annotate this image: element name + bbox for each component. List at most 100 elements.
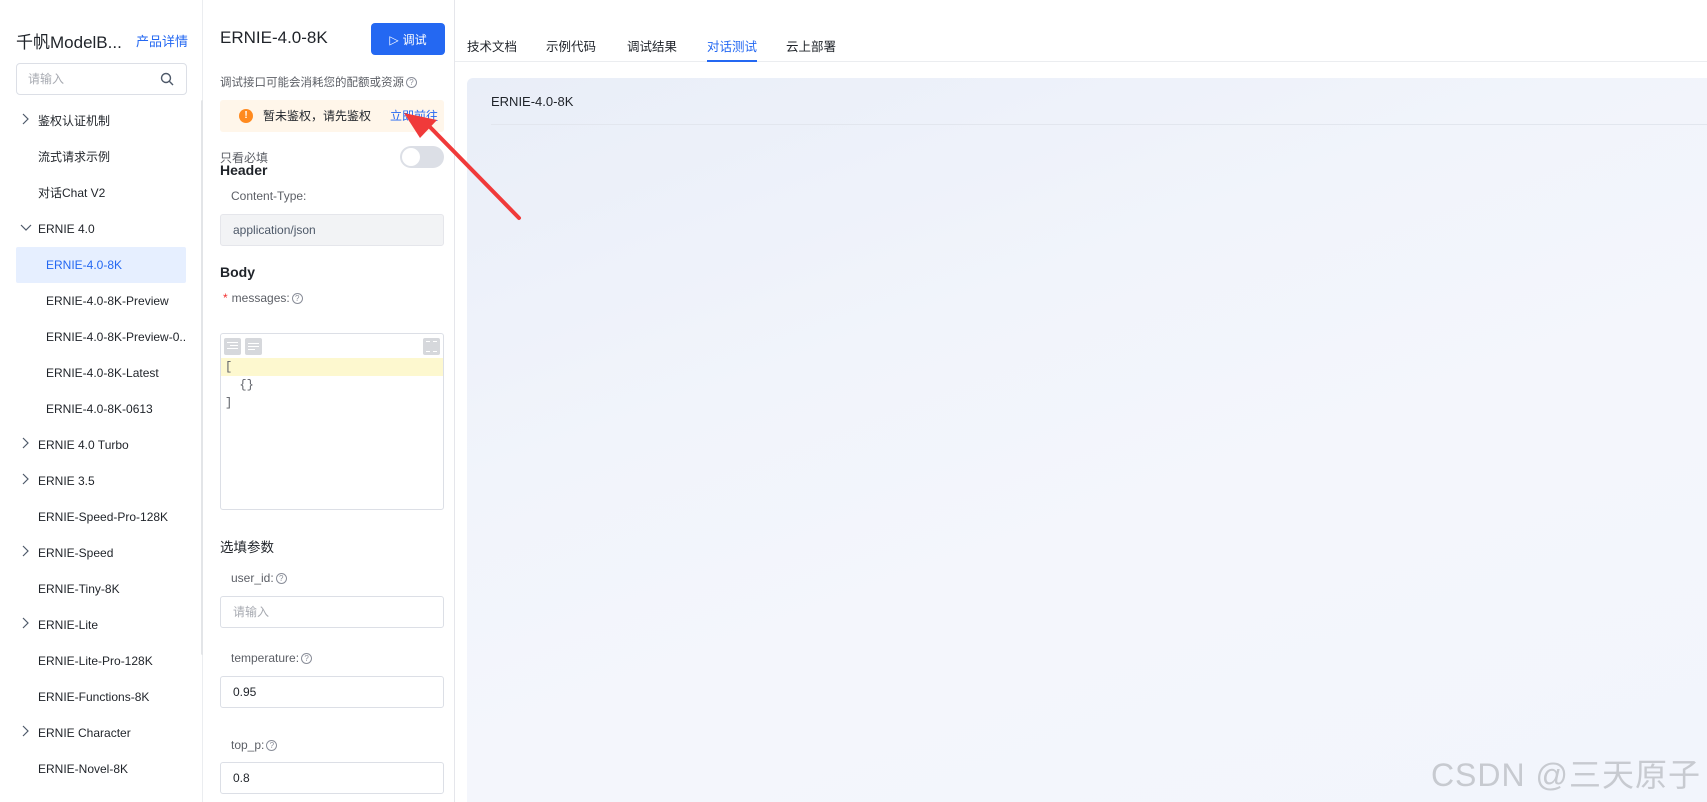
sidebar-item-label: ERNIE-Speed-Pro-128K — [38, 510, 169, 524]
play-icon: ▷ — [389, 32, 399, 47]
tab-chat-test[interactable]: 对话测试 — [707, 36, 758, 62]
auth-warning-text: 暂未鉴权，请先鉴权 — [263, 109, 372, 123]
chat-test-area: ERNIE-4.0-8K CSDN @三天原子 — [467, 78, 1707, 802]
help-icon[interactable]: ? — [291, 293, 303, 305]
help-icon[interactable]: ? — [406, 77, 417, 89]
sidebar-title: 千帆ModelB... — [16, 33, 122, 52]
help-icon[interactable]: ? — [266, 740, 278, 752]
help-icon[interactable]: ? — [301, 653, 313, 665]
user-id-label: user_id: — [231, 571, 274, 585]
sidebar-item[interactable]: ERNIE-4.0-8K-0613 — [16, 391, 186, 427]
chevron-right-icon[interactable] — [19, 607, 33, 643]
warning-icon: ! — [239, 109, 253, 123]
sidebar-item-label: 鉴权认证机制 — [38, 114, 111, 128]
tab-sample-code[interactable]: 示例代码 — [546, 36, 596, 62]
required-mark: * — [223, 291, 228, 305]
sidebar-item-label: ERNIE 4.0 — [38, 222, 95, 236]
compact-code-icon[interactable] — [245, 338, 262, 355]
sidebar-item[interactable]: ERNIE-4.0-8K — [16, 247, 186, 283]
search-input[interactable] — [17, 64, 157, 94]
content-type-label: Content-Type: — [231, 189, 307, 203]
sidebar-item[interactable]: ERNIE-Novel-8K — [16, 751, 186, 787]
messages-label-row: * messages:? — [223, 291, 303, 305]
tab-debug-results[interactable]: 调试结果 — [627, 36, 677, 62]
sidebar-item[interactable]: ERNIE 3.5 — [16, 463, 186, 499]
auth-now-link[interactable]: 立即前往 — [390, 100, 438, 132]
content-type-field: application/json — [220, 214, 444, 246]
sidebar-item-label: ERNIE Character — [38, 726, 131, 740]
debug-button[interactable]: ▷ 调试 — [371, 23, 445, 55]
sidebar-item-label: 对话Chat V2 — [38, 186, 106, 200]
sidebar-item[interactable]: 对话Chat V2 — [16, 175, 186, 211]
body-section-title: Body — [220, 264, 255, 280]
app-root: 千帆ModelB... 产品详情 鉴权认证机制流式请求示例对话Chat V2 ER… — [0, 0, 1707, 802]
sidebar-item[interactable]: ERNIE-Lite — [16, 607, 186, 643]
sidebar-item[interactable]: ERNIE-Speed-Pro-128K — [16, 499, 186, 535]
temperature-input[interactable] — [220, 676, 444, 708]
sidebar-item-label: ERNIE-4.0-8K-0613 — [46, 402, 153, 416]
sidebar-item-label: ERNIE 3.5 — [38, 474, 95, 488]
sidebar-item[interactable]: ERNIE 4.0 Turbo — [16, 427, 186, 463]
sidebar-item[interactable]: ERNIE 4.0 — [16, 211, 186, 247]
watermark: CSDN @三天原子 — [1430, 757, 1701, 793]
sidebar-item[interactable]: ERNIE-Functions-8K — [16, 679, 186, 715]
sidebar-item[interactable]: ERNIE-Speed — [16, 535, 186, 571]
editor-line: {} — [225, 378, 254, 392]
sidebar-item-label: ERNIE-4.0-8K-Preview-0... — [46, 330, 186, 344]
sidebar-item-label: 流式请求示例 — [38, 150, 111, 164]
top-p-input[interactable] — [220, 762, 444, 794]
editor-line: ] — [225, 396, 233, 410]
chevron-right-icon[interactable] — [19, 463, 33, 499]
messages-label: messages: — [231, 291, 290, 305]
auth-warning: ! 暂未鉴权，请先鉴权 立即前往 — [220, 100, 444, 132]
sidebar-item-label: ERNIE-Lite-Pro-128K — [38, 654, 153, 668]
format-code-icon[interactable] — [224, 338, 241, 355]
sidebar-item[interactable]: ERNIE-Lite-Pro-128K — [16, 643, 186, 679]
sidebar-header: 千帆ModelB... 产品详情 — [16, 28, 196, 52]
debug-button-label: 调试 — [402, 32, 427, 47]
optional-section-title: 选填参数 — [220, 540, 274, 555]
search-icon[interactable] — [160, 72, 174, 86]
help-icon[interactable]: ? — [275, 573, 287, 585]
required-only-toggle[interactable] — [400, 146, 444, 168]
sidebar-item-label: ERNIE-Tiny-8K — [38, 582, 120, 596]
chevron-right-icon[interactable] — [19, 715, 33, 751]
sidebar-item-label: ERNIE 4.0 Turbo — [38, 438, 129, 452]
sidebar-item-label: ERNIE-4.0-8K — [46, 258, 123, 272]
debug-panel: ERNIE-4.0-8K ▷ 调试 调试接口可能会消耗您的配额或资源? ! 暂未鉴… — [203, 0, 455, 802]
sidebar-item[interactable]: ERNIE-4.0-8K-Preview — [16, 283, 186, 319]
sidebar-item-label: ERNIE-Novel-8K — [38, 762, 129, 776]
user-id-label-row: user_id:? — [231, 571, 287, 585]
chevron-right-icon[interactable] — [19, 535, 33, 571]
sidebar-item-label: ERNIE-Lite — [38, 618, 99, 632]
fullscreen-icon[interactable] — [423, 338, 440, 355]
top-p-label: top_p: — [231, 738, 265, 752]
sidebar: 千帆ModelB... 产品详情 鉴权认证机制流式请求示例对话Chat V2 ER… — [0, 0, 204, 802]
chevron-right-icon[interactable] — [19, 427, 33, 463]
chevron-down-icon[interactable] — [19, 211, 33, 247]
sidebar-search — [16, 63, 187, 95]
tab-cloud-deploy[interactable]: 云上部署 — [786, 36, 836, 62]
chat-model-name: ERNIE-4.0-8K — [491, 94, 574, 109]
sidebar-item[interactable]: ERNIE-4.0-8K-Latest — [16, 355, 186, 391]
quota-notice: 调试接口可能会消耗您的配额或资源? — [220, 74, 417, 90]
sidebar-item[interactable]: ERNIE Character — [16, 715, 186, 751]
sidebar-item-label: ERNIE-Speed — [38, 546, 114, 560]
header-section-title: Header — [220, 162, 268, 178]
sidebar-item[interactable]: 鉴权认证机制 — [16, 103, 186, 139]
sidebar-item[interactable]: ERNIE-4.0-8K-Preview-0... — [16, 319, 186, 355]
sidebar-item[interactable]: 流式请求示例 — [16, 139, 186, 175]
product-detail-link[interactable]: 产品详情 — [136, 31, 188, 50]
sidebar-item[interactable]: ERNIE-Tiny-8K — [16, 571, 186, 607]
sidebar-item-label: ERNIE-4.0-8K-Latest — [46, 366, 159, 380]
chevron-right-icon[interactable] — [19, 103, 33, 139]
user-id-input[interactable] — [220, 596, 444, 628]
tab-bar: 技术文档 示例代码 调试结果 对话测试 云上部署 — [455, 24, 1707, 62]
tab-tech-docs[interactable]: 技术文档 — [467, 36, 517, 62]
sidebar-item-label: ERNIE-Functions-8K — [38, 690, 150, 704]
chat-divider — [491, 124, 1707, 125]
toggle-knob — [402, 148, 420, 166]
messages-json-editor[interactable]: [ {} ] — [220, 333, 444, 510]
api-tree: 鉴权认证机制 流式请求示例 对话Chat V2 ERNIE 4.0 ERNIE-4.0-… — [16, 103, 186, 787]
api-title: ERNIE-4.0-8K — [220, 28, 328, 47]
